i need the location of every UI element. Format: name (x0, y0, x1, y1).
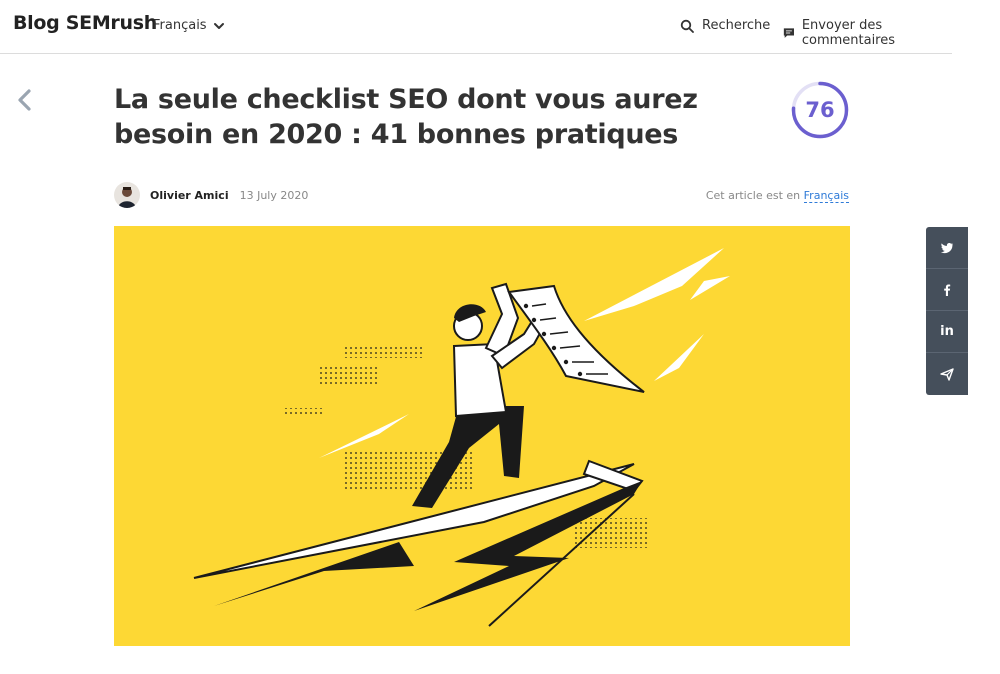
back-arrow-icon (18, 89, 31, 111)
search-button[interactable]: Recherche (680, 18, 770, 33)
publish-date: 13 July 2020 (239, 188, 309, 202)
search-icon (680, 19, 694, 33)
feedback-label: Envoyer des commentaires (801, 18, 896, 48)
back-button[interactable] (14, 88, 36, 112)
chevron-down-icon (213, 22, 224, 29)
author-row: Olivier Amici 13 July 2020 (114, 182, 308, 208)
avatar[interactable] (114, 182, 140, 208)
score-value: 76 (805, 98, 835, 122)
twitter-icon (940, 242, 953, 253)
language-link[interactable]: Français (803, 189, 849, 203)
article-title: La seule checklist SEO dont vous aurez b… (114, 84, 698, 150)
share-bar: in (926, 227, 968, 395)
share-send-button[interactable] (926, 353, 968, 395)
search-label: Recherche (702, 18, 771, 33)
author-name[interactable]: Olivier Amici (150, 189, 229, 202)
top-bar: Blog SEMrush Français Recherche Envoyer … (0, 0, 952, 54)
share-linkedin-button[interactable]: in (926, 311, 968, 353)
facebook-icon (944, 284, 951, 296)
readability-score: 76 (790, 80, 850, 140)
feedback-icon (783, 28, 794, 38)
feedback-button[interactable]: Envoyer des commentaires (783, 18, 952, 48)
language-note-text: Cet article est en (705, 189, 801, 202)
linkedin-icon: in (940, 324, 954, 339)
article-language-note: Cet article est en Français (705, 189, 849, 203)
send-icon (940, 368, 954, 381)
share-facebook-button[interactable] (926, 269, 968, 311)
hero-illustration (114, 226, 850, 646)
share-twitter-button[interactable] (926, 227, 968, 269)
language-label: Français (153, 18, 207, 33)
language-selector[interactable]: Français (153, 18, 225, 33)
brand-logo[interactable]: Blog SEMrush (13, 12, 157, 34)
